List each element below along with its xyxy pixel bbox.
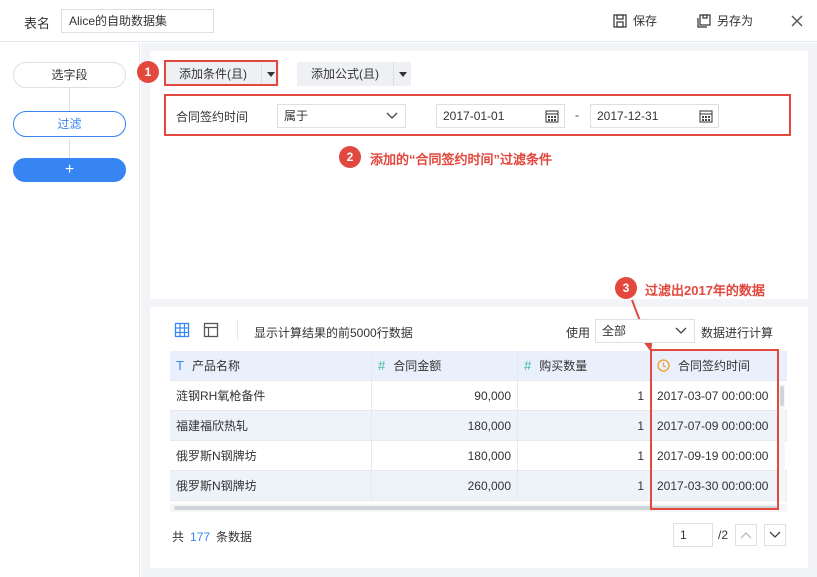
chevron-down-icon[interactable] [393, 62, 411, 86]
column-header-label: 合同金额 [393, 358, 442, 373]
end-date-value: 2017-12-31 [597, 109, 659, 123]
start-date-input[interactable]: 2017-01-01 [436, 104, 565, 128]
save-as-icon [697, 13, 711, 28]
grid-view-icon[interactable] [174, 322, 190, 338]
operator-value: 属于 [284, 109, 309, 123]
save-icon [613, 13, 627, 28]
text-type-icon: T [176, 357, 184, 373]
column-header-label: 产品名称 [191, 358, 240, 373]
use-label: 使用 [566, 326, 591, 340]
annotation-text: 过滤出2017年的数据 [645, 283, 765, 298]
number-type-icon: # [524, 357, 532, 373]
table-cell: 俄罗斯N钢牌坊 [170, 471, 372, 501]
table-row[interactable]: 涟钢RH氧枪备件 90,000 1 2017-03-07 00:00:00 [170, 381, 787, 411]
table-cell: 福建福欣热轧 [170, 411, 372, 441]
calendar-icon[interactable] [545, 109, 559, 123]
add-formula-button[interactable]: 添加公式(且) [297, 62, 411, 86]
calendar-icon[interactable] [699, 109, 713, 123]
table-name-input[interactable]: Alice的自助数据集 [61, 9, 214, 33]
calc-scope-select[interactable]: 全部 [595, 319, 695, 343]
horizontal-scrollbar[interactable] [170, 504, 787, 512]
chevron-up-icon [740, 532, 752, 539]
operator-select[interactable]: 属于 [277, 104, 406, 128]
column-header-quantity[interactable]: # 购买数量 [518, 351, 651, 381]
date-range-separator: - [575, 108, 579, 122]
step-connector [69, 88, 70, 112]
save-button[interactable]: 保存 [613, 12, 657, 29]
table-cell: 1 [518, 471, 651, 501]
condition-field-label: 合同签约时间 [176, 110, 249, 124]
table-row[interactable]: 俄罗斯N钢牌坊 180,000 1 2017-09-19 00:00:00 [170, 441, 787, 471]
table-name-label: 表名 [24, 16, 51, 31]
table-row[interactable]: 俄罗斯N钢牌坊 260,000 1 2017-03-30 00:00:00 [170, 471, 787, 501]
table-cell: 2017-09-19 00:00:00 [651, 441, 787, 471]
next-page-button[interactable] [764, 524, 786, 546]
add-condition-button[interactable]: 添加条件(且) [165, 62, 279, 86]
table-cell: 180,000 [372, 441, 518, 471]
save-as-label: 另存为 [717, 14, 754, 28]
prev-page-button[interactable] [735, 524, 757, 546]
clock-icon [657, 359, 670, 372]
use-suffix-label: 数据进行计算 [701, 326, 774, 340]
column-header-label: 购买数量 [539, 358, 588, 373]
save-label: 保存 [633, 14, 658, 28]
close-icon[interactable] [789, 13, 805, 29]
column-header-product[interactable]: T 产品名称 [170, 351, 372, 381]
total-pages: /2 [718, 528, 729, 542]
preview-info-text: 显示计算结果的前5000行数据 [254, 326, 413, 340]
dialog-header: 表名 Alice的自助数据集 保存 另存为 [0, 0, 817, 42]
save-as-button[interactable]: 另存为 [697, 12, 753, 29]
page-number-input[interactable]: 1 [673, 523, 713, 547]
annotation-text: 添加的“合同签约时间”过滤条件 [370, 152, 553, 167]
end-date-input[interactable]: 2017-12-31 [590, 104, 719, 128]
steps-panel: 选字段 过滤 + [0, 43, 140, 577]
add-condition-label: 添加条件(且) [179, 67, 247, 81]
table-cell: 90,000 [372, 381, 518, 411]
column-header-signing-date[interactable]: 合同签约时间 [651, 351, 787, 381]
table-cell: 2017-07-09 00:00:00 [651, 411, 787, 441]
step-filter[interactable]: 过滤 [13, 111, 126, 137]
total-records: 共 177 条数据 [172, 528, 252, 545]
filter-panel [150, 51, 808, 299]
table-row[interactable]: 福建福欣热轧 180,000 1 2017-07-09 00:00:00 [170, 411, 787, 441]
start-date-value: 2017-01-01 [443, 109, 505, 123]
total-suffix: 条数据 [216, 530, 253, 544]
table-cell: 180,000 [372, 411, 518, 441]
add-formula-label: 添加公式(且) [311, 67, 379, 81]
table-cell: 俄罗斯N钢牌坊 [170, 441, 372, 471]
table-cell: 1 [518, 411, 651, 441]
table-header-row: T 产品名称 # 合同金额 # 购买数量 合同签约时间 [170, 351, 787, 381]
chevron-down-icon[interactable] [261, 62, 279, 86]
chevron-down-icon [675, 327, 687, 334]
chevron-down-icon [769, 531, 781, 538]
add-step-button[interactable]: + [13, 158, 126, 182]
table-cell: 1 [518, 381, 651, 411]
total-count: 177 [190, 530, 211, 544]
layout-view-icon[interactable] [203, 322, 219, 338]
table-cell: 1 [518, 441, 651, 471]
chevron-down-icon [386, 112, 398, 119]
vertical-scrollbar[interactable] [779, 384, 785, 502]
table-cell: 涟钢RH氧枪备件 [170, 381, 372, 411]
column-header-amount[interactable]: # 合同金额 [372, 351, 518, 381]
table-cell: 2017-03-07 00:00:00 [651, 381, 787, 411]
column-header-label: 合同签约时间 [678, 358, 751, 373]
table-cell: 260,000 [372, 471, 518, 501]
annotation-badge: 2 [339, 146, 361, 168]
calc-scope-value: 全部 [602, 324, 627, 338]
number-type-icon: # [378, 357, 386, 373]
total-prefix: 共 [172, 530, 185, 544]
annotation-badge: 1 [137, 61, 159, 83]
step-select-fields[interactable]: 选字段 [13, 62, 126, 88]
toolbar-divider [237, 320, 238, 340]
table-cell: 2017-03-30 00:00:00 [651, 471, 787, 501]
annotation-badge: 3 [615, 277, 637, 299]
step-connector [69, 139, 70, 159]
